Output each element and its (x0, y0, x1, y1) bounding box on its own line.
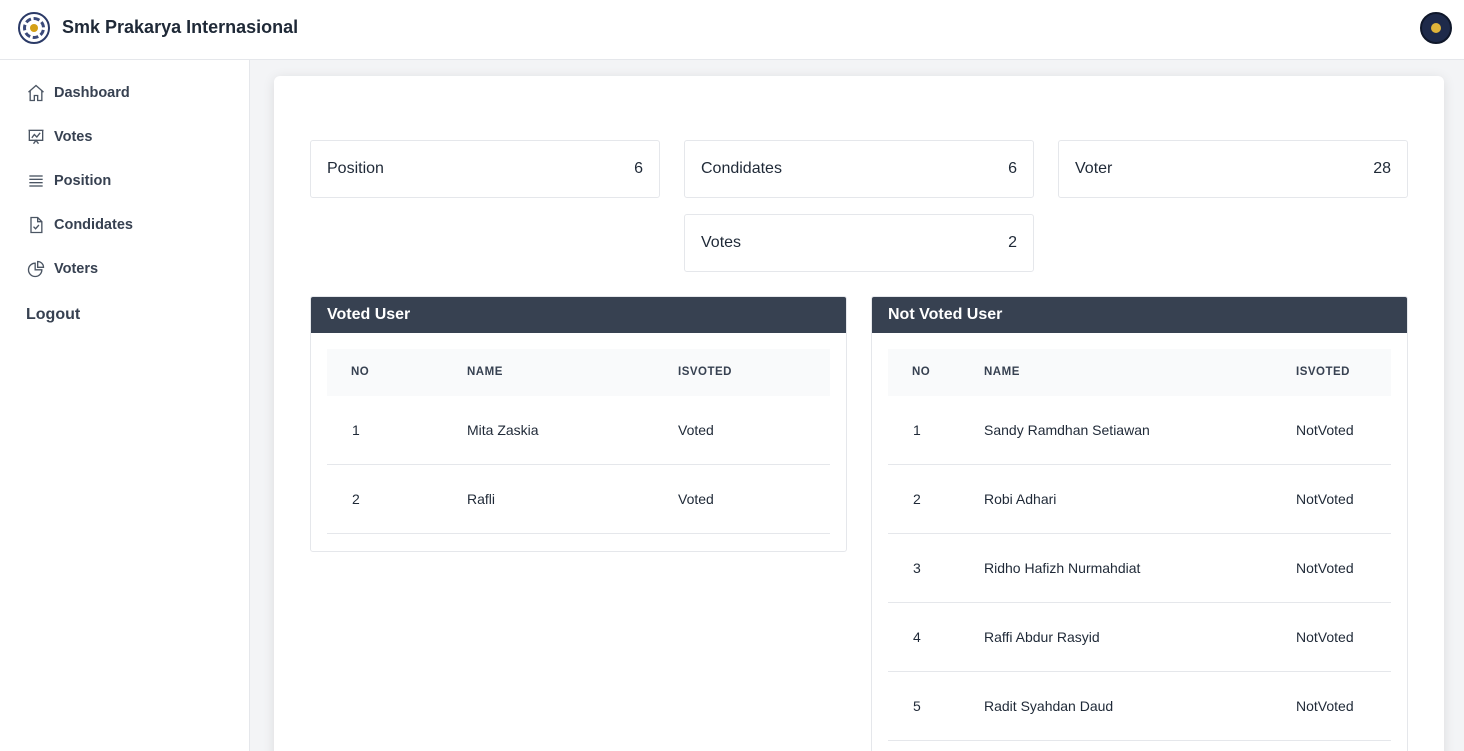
cell-name: Robi Adhari (984, 491, 1057, 507)
home-icon (28, 84, 44, 102)
user-avatar[interactable] (1420, 12, 1452, 44)
cell-status: NotVoted (1296, 560, 1354, 576)
cell-status: NotVoted (1296, 491, 1354, 507)
stat-value: 28 (1373, 160, 1391, 177)
logout-link[interactable]: Logout (26, 306, 80, 324)
sidebar-item-voters[interactable]: Voters (26, 258, 98, 280)
table-header: NO NAME ISVOTED (888, 349, 1391, 396)
column-header-name: NAME (467, 366, 503, 378)
sidebar: Dashboard Votes Position Condidates Vote… (0, 60, 250, 751)
cell-no: 4 (913, 629, 921, 645)
list-icon (29, 175, 43, 187)
column-header-no: NO (912, 366, 931, 378)
column-header-isvoted: ISVOTED (678, 366, 732, 378)
not-voted-user-panel: Not Voted User NO NAME ISVOTED 1 Sandy R… (871, 296, 1408, 751)
school-logo-icon[interactable] (18, 12, 50, 44)
table-row: 2 Rafli Voted (327, 465, 830, 534)
stat-label: Condidates (701, 160, 782, 177)
cell-name: Sandy Ramdhan Setiawan (984, 422, 1150, 438)
presentation-chart-icon (28, 129, 44, 145)
cell-name: Rafli (467, 491, 496, 507)
avatar-emblem (1431, 23, 1441, 33)
cell-status: Voted (678, 422, 714, 438)
column-header-isvoted: ISVOTED (1296, 366, 1350, 378)
cell-no: 3 (913, 560, 921, 576)
table-row: 3 Ridho Hafizh Nurmahdiat NotVoted (888, 534, 1391, 603)
table-row: 1 Mita Zaskia Voted (327, 396, 830, 465)
cell-name: Raffi Abdur Rasyid (984, 629, 1100, 645)
panel-title: Voted User (311, 297, 846, 333)
cell-status: Voted (678, 491, 714, 507)
dashboard-card: Position 6 Condidates 6 Voter 28 Votes 2… (274, 76, 1444, 751)
stat-condidates: Condidates 6 (684, 140, 1034, 198)
emblem-core (30, 24, 38, 32)
table-row: 2 Robi Adhari NotVoted (888, 465, 1391, 534)
cell-name: Radit Syahdan Daud (984, 698, 1114, 714)
cell-no: 1 (352, 422, 360, 438)
voted-user-table: NO NAME ISVOTED 1 Mita Zaskia Voted 2 Ra… (327, 349, 830, 534)
sidebar-item-label: Voters (54, 261, 99, 277)
cell-status: NotVoted (1296, 422, 1354, 438)
cell-no: 2 (352, 491, 360, 507)
cell-no: 5 (913, 698, 921, 714)
stat-value: 2 (1008, 234, 1017, 251)
top-bar: Smk Prakarya Internasional (0, 0, 1464, 60)
cell-no: 2 (913, 491, 921, 507)
sidebar-item-label: Position (54, 173, 112, 189)
voted-user-panel: Voted User NO NAME ISVOTED 1 Mita Zaskia… (310, 296, 847, 552)
cell-name: Mita Zaskia (467, 422, 539, 438)
table-header: NO NAME ISVOTED (327, 349, 830, 396)
stat-label: Position (327, 160, 384, 177)
table-row: 4 Raffi Abdur Rasyid NotVoted (888, 603, 1391, 672)
cell-status: NotVoted (1296, 629, 1354, 645)
sidebar-item-votes[interactable]: Votes (26, 126, 92, 148)
panel-title: Not Voted User (872, 297, 1407, 333)
sidebar-item-condidates[interactable]: Condidates (26, 214, 133, 236)
cell-name: Ridho Hafizh Nurmahdiat (984, 560, 1141, 576)
pie-chart-icon (27, 260, 45, 278)
document-check-icon (30, 216, 43, 234)
stat-value: 6 (634, 160, 643, 177)
stat-votes: Votes 2 (684, 214, 1034, 272)
column-header-name: NAME (984, 366, 1020, 378)
table-row: 5 Radit Syahdan Daud NotVoted (888, 672, 1391, 741)
sidebar-item-position[interactable]: Position (26, 170, 111, 192)
not-voted-user-table: NO NAME ISVOTED 1 Sandy Ramdhan Setiawan… (888, 349, 1391, 741)
stat-label: Voter (1075, 160, 1113, 177)
sidebar-item-label: Dashboard (54, 85, 130, 101)
column-header-no: NO (351, 366, 370, 378)
cell-status: NotVoted (1296, 698, 1354, 714)
app-title: Smk Prakarya Internasional (62, 17, 299, 37)
stat-position: Position 6 (310, 140, 660, 198)
table-row: 1 Sandy Ramdhan Setiawan NotVoted (888, 396, 1391, 465)
cell-no: 1 (913, 422, 921, 438)
stat-value: 6 (1008, 160, 1017, 177)
stat-voter: Voter 28 (1058, 140, 1408, 198)
sidebar-item-label: Condidates (54, 217, 133, 233)
stat-label: Votes (701, 234, 742, 251)
sidebar-item-label: Votes (54, 129, 93, 145)
sidebar-item-dashboard[interactable]: Dashboard (26, 82, 130, 104)
